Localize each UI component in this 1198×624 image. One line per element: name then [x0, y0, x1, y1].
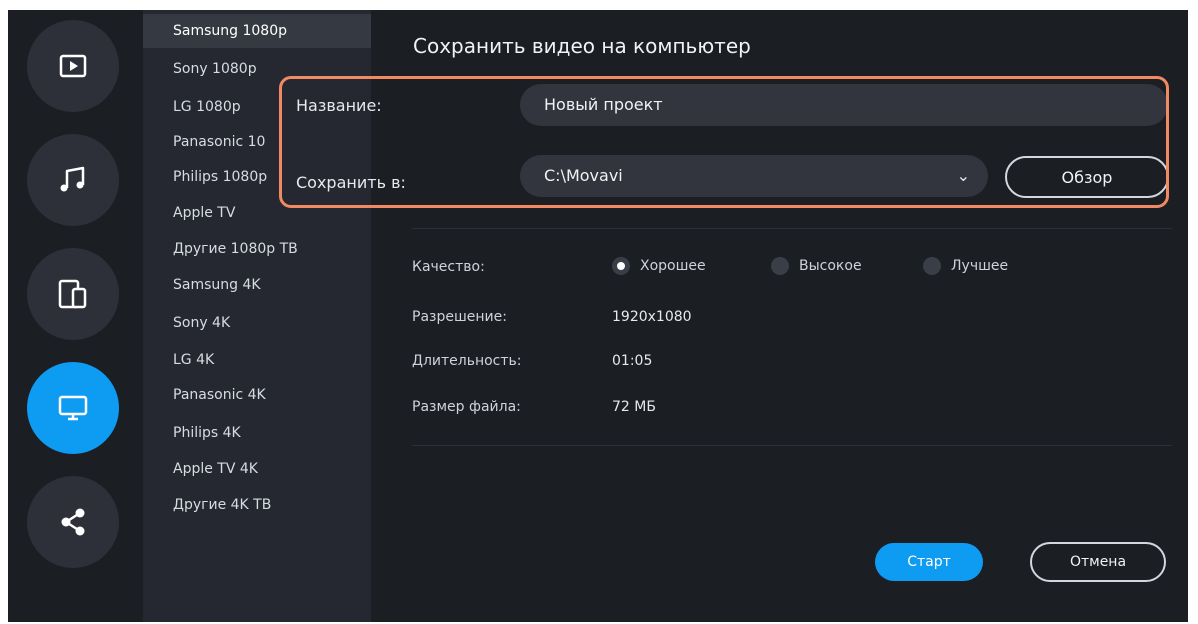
export-window: Samsung 1080p Sony 1080p LG 1080p Panaso… — [8, 10, 1188, 622]
chevron-down-icon: ⌄ — [956, 166, 970, 185]
share-icon — [55, 504, 91, 540]
sidebar-item-computer[interactable] — [27, 362, 119, 454]
divider — [412, 445, 1172, 446]
name-label: Название: — [296, 96, 382, 115]
save-to-label: Сохранить в: — [296, 173, 406, 192]
quality-option-label: Лучшее — [951, 258, 1009, 274]
quality-option-high[interactable]: Высокое — [771, 257, 862, 275]
quality-option-label: Хорошее — [640, 258, 706, 274]
preset-item[interactable]: Panasonic 4K — [143, 378, 371, 412]
cancel-button[interactable]: Отмена — [1030, 542, 1166, 582]
category-sidebar — [8, 10, 143, 622]
screenshot-frame: Samsung 1080p Sony 1080p LG 1080p Panaso… — [0, 0, 1198, 624]
preset-item[interactable]: Philips 4K — [143, 416, 371, 450]
duration-value: 01:05 — [612, 353, 653, 369]
dialog-title: Сохранить видео на компьютер — [413, 34, 751, 58]
radio-unchecked-icon — [771, 257, 789, 275]
quality-option-best[interactable]: Лучшее — [923, 257, 1008, 275]
save-to-select[interactable]: C:\Movavi ⌄ — [520, 155, 988, 197]
preset-item[interactable]: Другие 1080p ТВ — [143, 232, 371, 266]
sidebar-item-devices[interactable] — [27, 248, 119, 340]
preset-item[interactable]: Sony 4K — [143, 306, 371, 340]
music-icon — [55, 162, 91, 198]
sidebar-item-share[interactable] — [27, 476, 119, 568]
preset-item[interactable]: Samsung 1080p — [143, 14, 371, 48]
sidebar-item-video[interactable] — [27, 20, 119, 112]
preset-item[interactable]: Apple TV — [143, 196, 371, 230]
start-button[interactable]: Старт — [875, 543, 983, 581]
resolution-value: 1920x1080 — [612, 309, 692, 325]
name-input[interactable]: Новый проект — [520, 84, 1168, 126]
filesize-label: Размер файла: — [412, 399, 521, 415]
browse-button[interactable]: Обзор — [1005, 156, 1169, 198]
duration-label: Длительность: — [412, 353, 522, 369]
preset-item[interactable]: Apple TV 4K — [143, 452, 371, 486]
filesize-value: 72 МБ — [612, 399, 656, 415]
preset-item[interactable]: Samsung 4K — [143, 268, 371, 302]
preset-item[interactable]: Sony 1080p — [143, 52, 371, 86]
preset-item[interactable]: Panasonic 10 — [143, 125, 371, 159]
quality-option-good[interactable]: Хорошее — [612, 257, 706, 275]
quality-option-label: Высокое — [799, 258, 862, 274]
export-settings-panel: Сохранить видео на компьютер Название: Н… — [296, 10, 1188, 622]
devices-icon — [55, 276, 91, 312]
play-icon — [57, 50, 89, 82]
save-to-value: C:\Movavi — [544, 166, 623, 185]
preset-item[interactable]: Другие 4K ТВ — [143, 488, 371, 522]
radio-checked-icon — [612, 257, 630, 275]
monitor-icon — [56, 391, 90, 425]
preset-item[interactable]: LG 4K — [143, 343, 371, 377]
divider — [412, 228, 1172, 229]
quality-label: Качество: — [412, 259, 485, 275]
resolution-label: Разрешение: — [412, 309, 507, 325]
sidebar-item-audio[interactable] — [27, 134, 119, 226]
radio-unchecked-icon — [923, 257, 941, 275]
